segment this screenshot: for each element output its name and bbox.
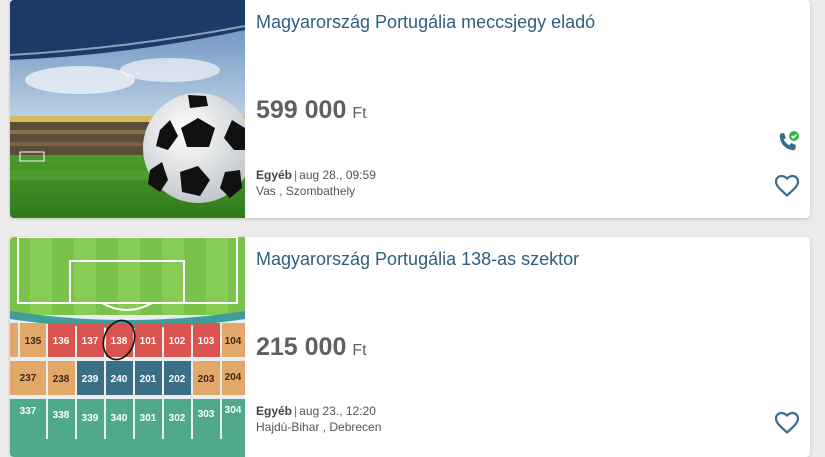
- listing-image[interactable]: 135 136 137 138 101 102 103 104 237 238 …: [10, 237, 245, 457]
- seat-sector-label: 101: [140, 336, 157, 347]
- listing-image[interactable]: [10, 0, 245, 218]
- price-value: 215 000: [256, 333, 347, 361]
- seat-sector-label: 303: [198, 409, 215, 420]
- seat-sector-label: 104: [225, 336, 242, 347]
- price-currency: Ft: [352, 105, 367, 122]
- seat-sector-label: 203: [198, 374, 215, 385]
- listing-title[interactable]: Magyarország Portugália 138-as szektor: [256, 249, 579, 270]
- meta-separator: |: [294, 404, 298, 418]
- listing-title[interactable]: Magyarország Portugália meccsjegy eladó: [256, 12, 595, 33]
- listing-card[interactable]: Magyarország Portugália meccsjegy eladó …: [10, 0, 810, 218]
- seat-sector-label: 339: [82, 413, 99, 424]
- seat-sector-label: 202: [169, 374, 186, 385]
- listing-location: Vas , Szombathely: [256, 184, 356, 198]
- listing-date: aug 23., 12:20: [299, 404, 376, 418]
- seat-sector-label: 239: [82, 374, 99, 385]
- listing-category: Egyéb: [256, 168, 293, 182]
- phone-verified-icon[interactable]: [776, 130, 800, 154]
- seat-sector-label: 338: [53, 410, 70, 421]
- seat-sector-label: 137: [82, 336, 99, 347]
- favorite-heart-icon[interactable]: [774, 411, 800, 435]
- seat-sector-label: 204: [225, 372, 242, 383]
- seat-sector-label: 136: [53, 336, 70, 347]
- listing-price: 599 000 Ft: [256, 96, 367, 125]
- seat-sector-label: 337: [20, 406, 37, 417]
- listing-date: aug 28., 09:59: [299, 168, 376, 182]
- listing-card[interactable]: 135 136 137 138 101 102 103 104 237 238 …: [10, 237, 810, 457]
- favorite-heart-icon[interactable]: [774, 174, 800, 198]
- listing-meta: Egyéb | aug 28., 09:59 Vas , Szombathely: [256, 167, 376, 199]
- listing-price: 215 000 Ft: [256, 333, 367, 362]
- seat-sector-label: 302: [169, 413, 186, 424]
- meta-separator: |: [294, 168, 298, 182]
- seat-sector-label: 240: [111, 374, 128, 385]
- seat-sector-label: 340: [111, 413, 128, 424]
- seat-sector-label: 201: [140, 374, 157, 385]
- seat-sector-label: 237: [20, 373, 37, 384]
- seat-sector-label: 301: [140, 413, 157, 424]
- price-currency: Ft: [352, 342, 367, 359]
- seat-sector-label: 238: [53, 374, 70, 385]
- seat-sector-label: 138: [111, 336, 128, 347]
- listing-category: Egyéb: [256, 404, 293, 418]
- listing-meta: Egyéb | aug 23., 12:20 Hajdú-Bihar , Debre…: [256, 403, 381, 435]
- price-value: 599 000: [256, 96, 347, 124]
- seat-sector-label: 135: [25, 336, 42, 347]
- seat-sector-label: 102: [169, 336, 186, 347]
- listing-location: Hajdú-Bihar , Debrecen: [256, 420, 382, 434]
- seat-sector-label: 103: [198, 336, 215, 347]
- seat-sector-label: 304: [225, 405, 242, 416]
